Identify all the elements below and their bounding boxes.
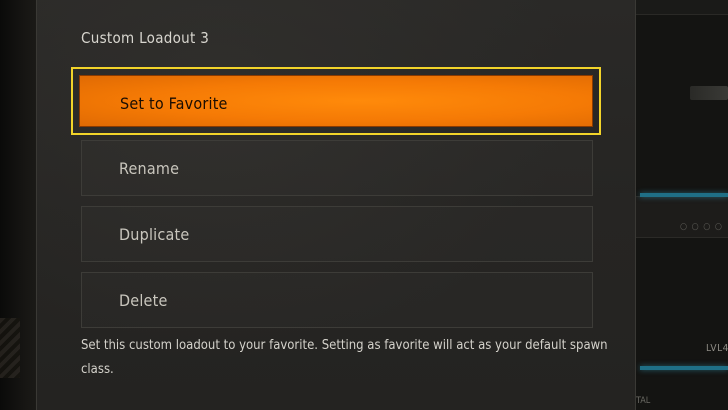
option-label: Rename [119,159,180,178]
duplicate-button[interactable]: Duplicate [81,206,593,262]
rename-button[interactable]: Rename [81,140,593,196]
background-progress-bar [640,366,728,370]
background-level-label: LVL4 [706,343,728,354]
background-right-header [636,0,728,15]
delete-button[interactable]: Delete [81,272,593,328]
option-label: Set to Favorite [120,94,228,113]
background-bottom-text: TAL [636,396,651,406]
loadout-options-panel: Custom Loadout 3 Set to Favorite Rename … [36,0,636,410]
panel-title: Custom Loadout 3 [81,29,210,47]
game-screen: ○ ○ ○ ○ LVL4 TAL Custom Loadout 3 Set to… [0,0,728,410]
option-description: Set this custom loadout to your favorite… [81,338,608,377]
background-weapon-graphic [0,318,20,378]
background-dots: ○ ○ ○ ○ [680,222,723,232]
option-label: Delete [119,291,168,310]
background-progress-bar [640,193,728,197]
set-to-favorite-button[interactable]: Set to Favorite [71,67,601,135]
background-weapon-icon [690,86,728,100]
option-label: Duplicate [119,225,190,244]
